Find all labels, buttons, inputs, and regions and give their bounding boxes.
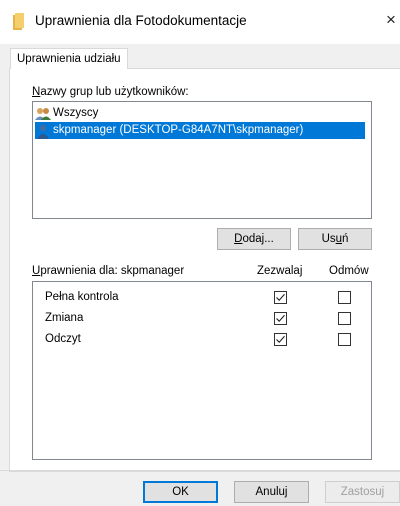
deny-read-checkbox[interactable] xyxy=(338,333,351,346)
permissions-table: Pełna kontrola Zmiana Odczyt xyxy=(32,281,372,460)
user-icon xyxy=(35,123,51,139)
apply-button[interactable]: Zastosuj xyxy=(325,481,400,503)
tab-share-permissions[interactable]: Uprawnienia udziału xyxy=(10,48,128,69)
groups-label: Nazwy grup lub użytkowników: xyxy=(32,86,189,98)
window-title: Uprawnienia dla Fotodokumentacje xyxy=(35,13,247,28)
remove-button[interactable]: Usuń xyxy=(298,228,372,250)
allow-change-checkbox[interactable] xyxy=(274,312,287,325)
add-button[interactable]: Dodaj... xyxy=(217,228,291,250)
groups-listbox[interactable]: Wszyscy skpmanager (DESKTOP-G84A7NT\skpm… xyxy=(32,101,372,219)
title-bar: Uprawnienia dla Fotodokumentacje × xyxy=(0,0,400,44)
permission-read-label: Odczyt xyxy=(45,333,81,345)
allow-header: Zezwalaj xyxy=(257,265,303,277)
list-item-label: Wszyscy xyxy=(53,107,99,119)
permissions-label: Uprawnienia dla: skpmanager xyxy=(32,265,185,277)
group-users-icon xyxy=(35,106,51,122)
permission-change-label: Zmiana xyxy=(45,312,84,324)
deny-change-checkbox[interactable] xyxy=(338,312,351,325)
folder-icon xyxy=(13,13,25,31)
allow-read-checkbox[interactable] xyxy=(274,333,287,346)
divider xyxy=(0,470,400,471)
permission-full-control-label: Pełna kontrola xyxy=(45,291,119,303)
deny-header: Odmów xyxy=(329,265,369,277)
close-icon[interactable]: × xyxy=(386,10,396,30)
list-item-everyone[interactable]: Wszyscy xyxy=(35,105,98,122)
allow-full-control-checkbox[interactable] xyxy=(274,291,287,304)
list-item-skpmanager[interactable]: skpmanager (DESKTOP-G84A7NT\skpmanager) xyxy=(35,122,365,139)
list-item-label: skpmanager (DESKTOP-G84A7NT\skpmanager) xyxy=(53,124,304,136)
cancel-button[interactable]: Anuluj xyxy=(234,481,309,503)
ok-button[interactable]: OK xyxy=(143,481,218,503)
deny-full-control-checkbox[interactable] xyxy=(338,291,351,304)
